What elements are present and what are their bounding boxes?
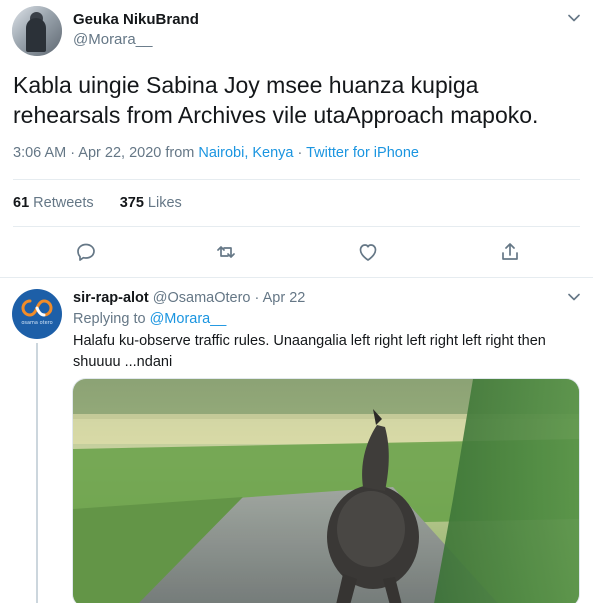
- chicken-photo: [73, 379, 579, 603]
- reply-author-handle[interactable]: @OsamaOtero: [153, 290, 251, 306]
- location-link[interactable]: Nairobi, Kenya: [198, 145, 293, 161]
- likes-count: 375: [119, 195, 144, 211]
- replying-prefix: Replying to: [73, 311, 150, 327]
- reply-text: Halafu ku-observe traffic rules. Unaanga…: [73, 333, 546, 370]
- main-tweet: Geuka NikuBrand @Morara__ Kabla uingie S…: [0, 0, 593, 278]
- author-handle[interactable]: @Morara__: [73, 31, 152, 48]
- replying-to-link[interactable]: @Morara__: [150, 311, 227, 327]
- likes-stat[interactable]: 375 Likes: [120, 195, 182, 211]
- chevron-down-icon[interactable]: [568, 293, 580, 301]
- logo-icon: [21, 299, 53, 317]
- reply-header: sir-rap-alot @OsamaOtero · Apr 22: [73, 290, 305, 306]
- share-icon[interactable]: [498, 240, 522, 264]
- tweet-meta: 3:06 AM · Apr 22, 2020 from Nairobi, Ken…: [13, 145, 419, 161]
- reply-icon[interactable]: [74, 240, 98, 264]
- divider: [13, 179, 580, 180]
- media-image[interactable]: [72, 378, 580, 603]
- source-link[interactable]: Twitter for iPhone: [306, 145, 419, 161]
- reply-author-name[interactable]: sir-rap-alot: [73, 290, 149, 306]
- chevron-down-icon[interactable]: [568, 14, 580, 22]
- retweets-count: 61: [13, 195, 30, 211]
- tweet-text: Kabla uingie Sabina Joy msee huanza kupi…: [13, 72, 539, 128]
- reply-tweet: osama otero sir-rap-alot @OsamaOtero · A…: [0, 279, 593, 603]
- meta-separator: ·: [293, 145, 307, 161]
- reply-date[interactable]: · Apr 22: [251, 290, 306, 306]
- replying-to: Replying to @Morara__: [73, 311, 226, 327]
- divider: [13, 226, 580, 227]
- author-name[interactable]: Geuka NikuBrand: [73, 11, 199, 28]
- retweets-label: Retweets: [33, 195, 94, 211]
- retweet-icon[interactable]: [214, 240, 238, 264]
- tweet-timestamp[interactable]: 3:06 AM · Apr 22, 2020 from: [13, 145, 198, 161]
- avatar[interactable]: [12, 6, 62, 56]
- likes-label: Likes: [147, 195, 182, 211]
- avatar-caption: osama otero: [21, 320, 53, 326]
- avatar[interactable]: osama otero: [12, 289, 62, 339]
- thread-line: [36, 343, 38, 603]
- like-icon[interactable]: [356, 240, 380, 264]
- tweet-stats: 61 Retweets 375 Likes: [13, 195, 182, 211]
- retweets-stat[interactable]: 61 Retweets: [13, 195, 94, 211]
